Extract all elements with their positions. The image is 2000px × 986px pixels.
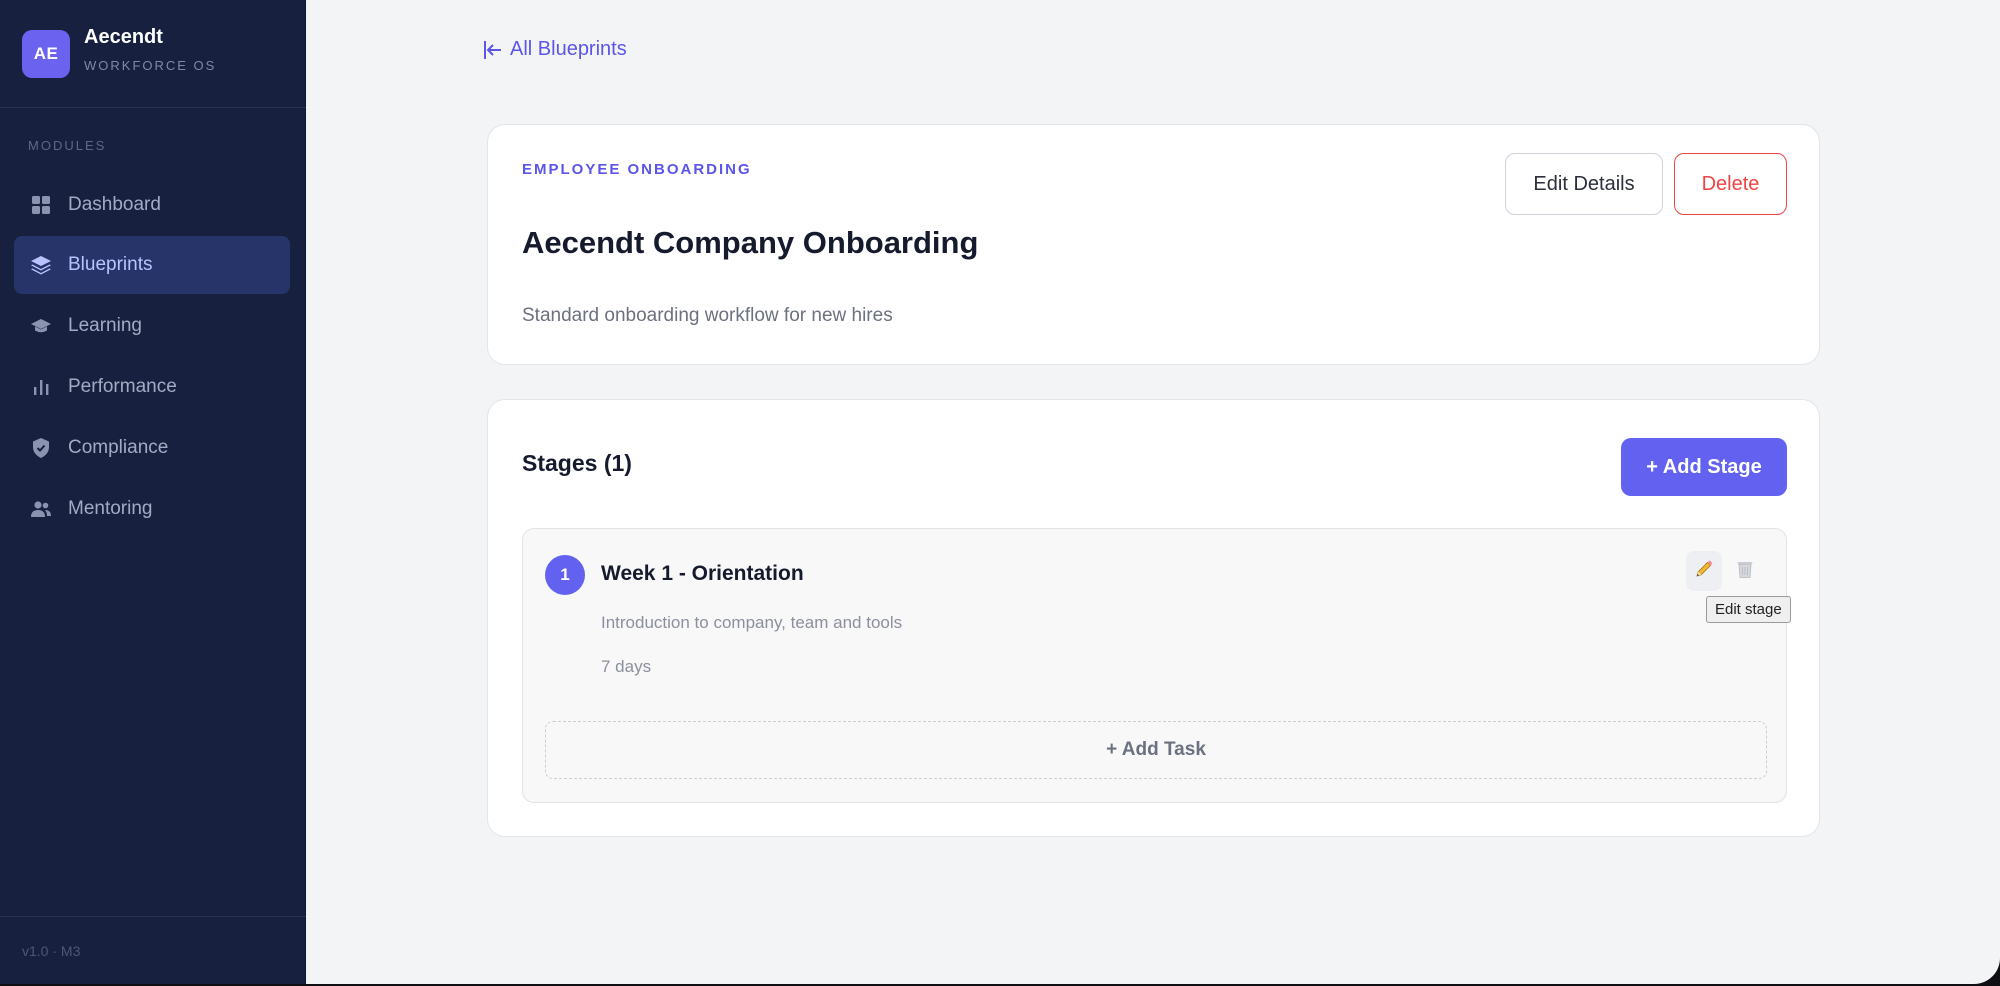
layers-icon xyxy=(30,254,52,276)
stage-item: 1 Week 1 - Orientation Introduction to c… xyxy=(522,528,1791,803)
bar-chart-icon xyxy=(30,376,52,398)
sidebar-item-performance[interactable]: Performance xyxy=(14,358,290,416)
sidebar-item-label: Compliance xyxy=(68,437,169,458)
grid-icon xyxy=(30,194,52,216)
sidebar-item-label: Learning xyxy=(68,315,142,336)
modules-section-label: MODULES xyxy=(28,138,107,153)
edit-stage-tooltip: Edit stage xyxy=(1706,596,1791,623)
back-to-blueprints-link[interactable]: All Blueprints xyxy=(484,38,627,61)
delete-stage-button[interactable] xyxy=(1727,551,1763,591)
edit-details-button[interactable]: Edit Details xyxy=(1505,153,1663,215)
blueprint-details-card: EMPLOYEE ONBOARDING Aecendt Company Onbo… xyxy=(487,124,1820,365)
sidebar-item-label: Mentoring xyxy=(68,498,153,519)
back-link-label: All Blueprints xyxy=(510,38,627,60)
stage-name: Week 1 - Orientation xyxy=(601,562,804,585)
brand-header: AE Aecendt WORKFORCE OS xyxy=(0,0,306,108)
brand-name: Aecendt xyxy=(84,26,163,48)
add-task-button[interactable]: + Add Task xyxy=(545,721,1767,779)
blueprint-category: EMPLOYEE ONBOARDING xyxy=(522,161,752,178)
sidebar-item-label: Dashboard xyxy=(68,194,161,215)
sidebar-item-compliance[interactable]: Compliance xyxy=(14,419,290,477)
sidebar-item-mentoring[interactable]: Mentoring xyxy=(14,480,290,538)
stage-description: Introduction to company, team and tools xyxy=(601,613,903,632)
graduation-cap-icon xyxy=(30,315,52,337)
sidebar-item-dashboard[interactable]: Dashboard xyxy=(14,176,290,234)
version-footer: v1.0 · M3 xyxy=(0,916,306,984)
brand-subtitle: WORKFORCE OS xyxy=(84,58,217,73)
app-window: AE Aecendt WORKFORCE OS MODULES Dashboar… xyxy=(0,0,2000,984)
trash-icon xyxy=(1736,559,1754,584)
sidebar: AE Aecendt WORKFORCE OS MODULES Dashboar… xyxy=(0,0,306,984)
page-title: Aecendt Company Onboarding xyxy=(522,225,979,260)
arrow-left-icon xyxy=(484,40,502,60)
sidebar-item-learning[interactable]: Learning xyxy=(14,297,290,355)
users-icon xyxy=(30,498,52,520)
edit-stage-button[interactable] xyxy=(1686,551,1722,591)
pencil-icon xyxy=(1694,559,1714,584)
shield-check-icon xyxy=(30,437,52,459)
stages-heading: Stages (1) xyxy=(522,450,632,476)
brand-logo: AE xyxy=(22,30,70,78)
stage-number-badge: 1 xyxy=(545,555,585,595)
stages-card: Stages (1) + Add Stage 1 Week 1 - Orient… xyxy=(487,399,1820,837)
stage-duration: 7 days xyxy=(601,657,652,676)
sidebar-item-label: Blueprints xyxy=(68,254,153,275)
sidebar-item-blueprints[interactable]: Blueprints xyxy=(14,236,290,294)
add-stage-button[interactable]: + Add Stage xyxy=(1621,438,1787,496)
version-text: v1.0 · M3 xyxy=(22,943,81,959)
blueprint-description: Standard onboarding workflow for new hir… xyxy=(522,305,893,326)
sidebar-item-label: Performance xyxy=(68,376,177,397)
delete-button[interactable]: Delete xyxy=(1674,153,1787,215)
